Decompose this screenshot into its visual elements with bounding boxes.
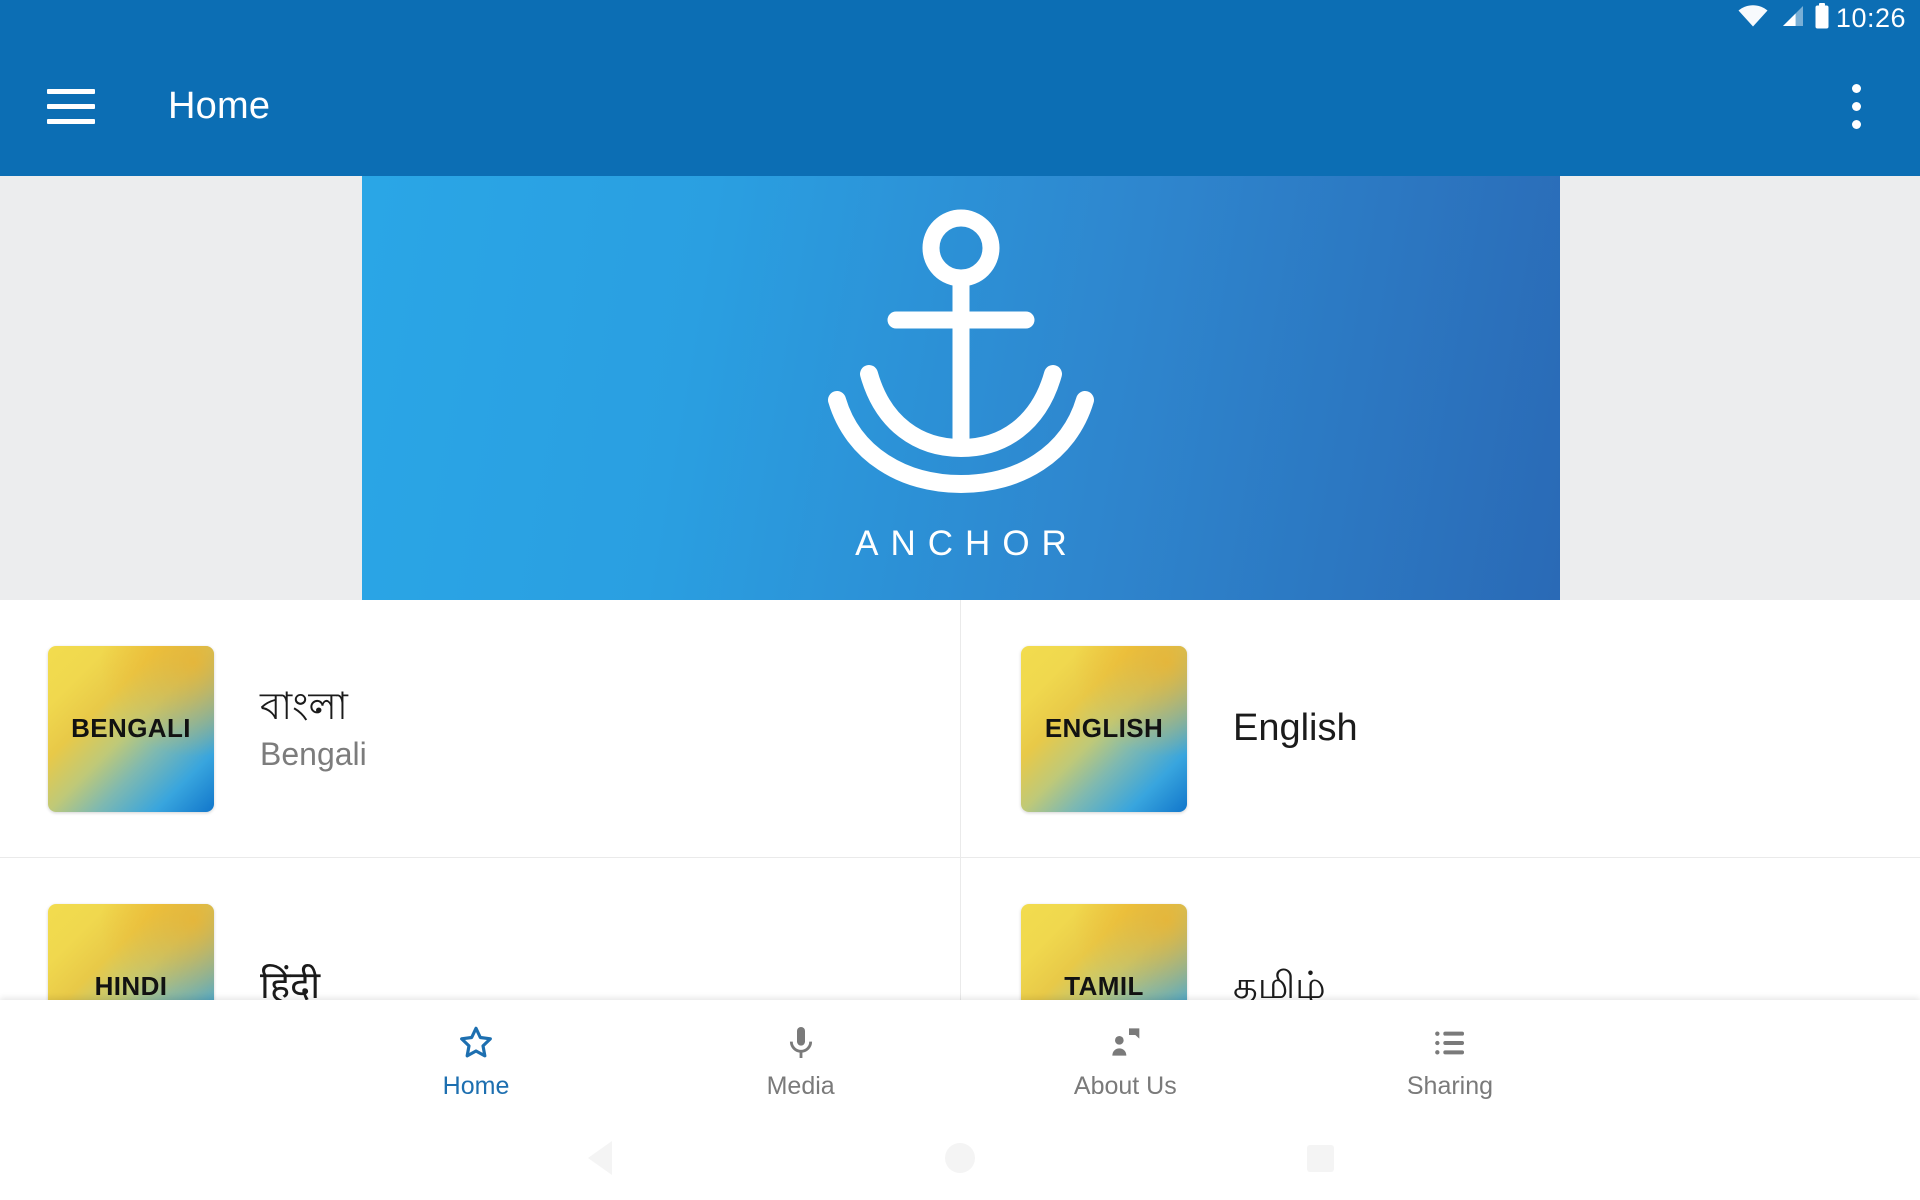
language-native-name: English [1233,707,1358,750]
nav-tab-label: Media [766,1071,835,1100]
hamburger-menu-icon[interactable] [38,73,104,139]
battery-icon [1814,2,1830,34]
android-back-icon[interactable] [555,1128,645,1188]
microphone-icon [781,1022,821,1064]
nav-tab-about-us[interactable]: About Us [1025,1022,1225,1099]
language-native-name: বাংলা [260,685,348,728]
overflow-menu-icon[interactable] [1832,73,1880,139]
anchor-wordmark: ANCHOR [855,524,1079,563]
page-title: Home [168,84,271,127]
status-bar: 10:26 [0,0,1920,36]
language-labels: English [1233,706,1358,751]
android-system-navigation-bar [0,1120,1920,1200]
language-english-name: Bengali [260,735,367,772]
android-recents-icon[interactable] [1275,1128,1365,1188]
language-list: BENGALI বাংলা Bengali ENGLISH English HI… [0,600,1920,1115]
cellular-signal-icon [1778,5,1804,32]
hero-banner[interactable]: ANCHOR [362,176,1560,600]
android-system-nav-items [555,1128,1365,1188]
nav-tab-sharing[interactable]: Sharing [1350,1022,1550,1099]
language-thumbnail-label: BENGALI [71,713,191,743]
language-thumbnail-label: ENGLISH [1044,713,1164,743]
nav-tab-label: Home [442,1071,510,1100]
nav-tab-label: Sharing [1406,1071,1494,1100]
status-bar-icons [1738,2,1830,34]
language-row: BENGALI বাংলা Bengali ENGLISH English [0,600,1920,857]
bottom-navigation-items: Home Media About Us Sharing [370,1022,1550,1099]
wifi-icon [1738,4,1768,32]
language-thumbnail-label: HINDI [94,971,168,1001]
bottom-navigation-bar: Home Media About Us Sharing [0,1000,1920,1120]
anchor-logo-icon [828,209,1094,494]
list-icon [1430,1022,1470,1064]
nav-tab-home[interactable]: Home [376,1022,576,1099]
nav-tab-label: About Us [1073,1071,1177,1100]
app-bar: Home [0,36,1920,176]
banner-area: ANCHOR [0,176,1920,600]
status-bar-clock: 10:26 [1835,2,1906,33]
star-outline-icon [456,1022,496,1064]
language-labels: বাংলা Bengali [260,685,367,773]
language-thumbnail: BENGALI [48,645,214,812]
person-speech-bubble-icon [1105,1022,1145,1064]
language-item-bengali[interactable]: BENGALI বাংলা Bengali [0,600,960,857]
language-thumbnail: ENGLISH [1021,645,1187,812]
language-item-english[interactable]: ENGLISH English [960,600,1920,857]
android-home-icon[interactable] [915,1128,1005,1188]
language-thumbnail-label: TAMIL [1064,971,1144,1001]
app-screen: 10:26 Home ANCHOR BENGALI বাংলা Bengali … [0,0,1920,1200]
nav-tab-media[interactable]: Media [701,1022,901,1099]
